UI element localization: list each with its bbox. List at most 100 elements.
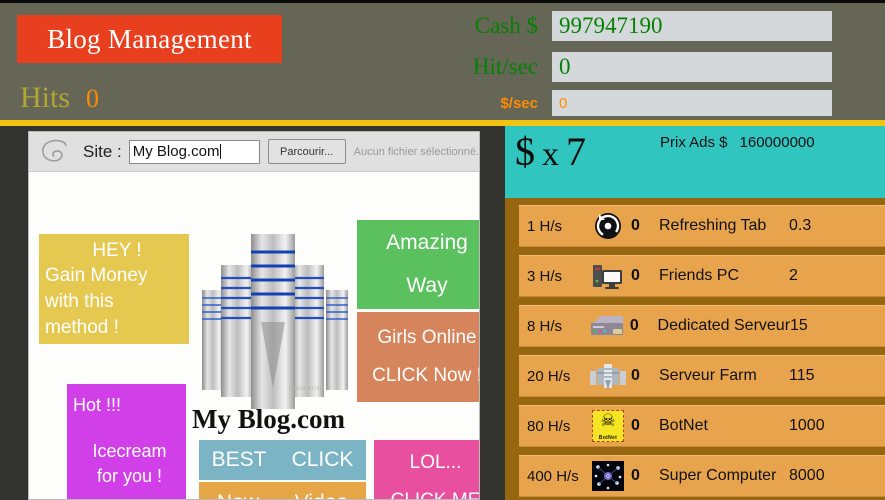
ad-lol-line1: LOL... xyxy=(409,452,462,474)
skull-glyph: ☠ xyxy=(600,411,616,430)
upgrade-price: 1000 xyxy=(789,417,825,434)
upgrade-price: 2 xyxy=(789,267,798,284)
upgrade-rate: 20 H/s xyxy=(527,367,571,385)
hit-per-sec-value-box: 0 xyxy=(552,52,832,82)
hit-per-sec-value: 0 xyxy=(559,54,571,79)
upgrade-owned: 0 xyxy=(631,217,640,234)
swirl-logo-icon xyxy=(42,139,67,161)
server-farm-icon xyxy=(585,361,631,391)
botnet-tag: BotNet xyxy=(598,435,618,441)
upgrade-row-refreshing-tab[interactable]: 1 H/s 0 Refreshing Tab 0.3 xyxy=(519,205,885,247)
upgrade-name: BotNet xyxy=(659,417,708,434)
image-watermark: cisco.drive xyxy=(289,386,324,392)
upgrade-row-serveur-farm[interactable]: 20 H/s 0 Serveur Farm 115 xyxy=(519,355,885,397)
cash-value: 997947190 xyxy=(559,13,663,38)
upgrade-name: Super Computer xyxy=(659,467,777,484)
desktop-pc-icon xyxy=(585,262,631,290)
ad-banner-lol[interactable]: LOL... CLICK ME xyxy=(374,440,479,499)
ad-amazing-line1: Amazing xyxy=(386,231,468,255)
upgrade-rate: 400 H/s xyxy=(527,467,579,485)
upgrade-row-dedicated-serveur[interactable]: 8 H/s 0 Dedicated Serveur 15 xyxy=(519,305,885,347)
dollar-symbol: $ xyxy=(515,129,535,174)
prix-ads[interactable]: Prix Ads $ 160000000 xyxy=(660,134,815,151)
blog-title-text: My Blog.com xyxy=(192,404,345,434)
ad-girls-line2: CLICK Now ! xyxy=(372,365,480,386)
ad-amazing-line2: Way xyxy=(406,273,448,297)
upgrade-row-friends-pc[interactable]: 3 H/s 0 Friends PC 2 xyxy=(519,255,885,297)
hit-per-sec-stat: Hit/sec 0 xyxy=(450,52,832,82)
dollar-per-sec-value-box: 0 xyxy=(552,90,832,116)
prix-ads-value: 160000000 xyxy=(739,134,815,151)
ad-now-line1: Now xyxy=(217,489,259,499)
blog-content: cisco.drive HEY ! Gain Money with this m… xyxy=(29,172,480,499)
hits-label: Hits xyxy=(20,81,71,114)
dollar-per-sec-stat: $/sec 0 xyxy=(450,90,832,116)
upgrade-owned: 0 xyxy=(631,467,640,484)
cash-stat: Cash $ 997947190 xyxy=(450,11,832,41)
dollar-per-sec-value: 0 xyxy=(559,94,568,112)
hits-value: 0 xyxy=(86,84,100,113)
upgrade-owned: 0 xyxy=(631,367,640,384)
ad-hey-line3: with this xyxy=(45,291,114,312)
browse-button[interactable]: Parcourir... xyxy=(267,139,346,164)
ad-banner-hey[interactable]: HEY ! Gain Money with this method ! xyxy=(39,234,189,344)
dollar-per-sec-label: $/sec xyxy=(500,94,538,112)
upgrade-rate: 3 H/s xyxy=(527,267,563,285)
top-header: Blog Management Hits 0 Cash $ 997947190 … xyxy=(0,0,885,120)
super-computer-icon xyxy=(585,461,631,491)
botnet-skull-icon: ☠ BotNet xyxy=(585,410,631,442)
ad-lol-line2: CLICK ME xyxy=(391,488,479,499)
upgrade-name: Friends PC xyxy=(659,267,740,284)
shop-header: $ x 7 Prix Ads $ 160000000 xyxy=(505,126,885,198)
ad-hey-line4: method ! xyxy=(45,316,119,338)
upgrade-name: Serveur Farm xyxy=(659,367,757,384)
ad-now-line2: Video xyxy=(295,489,348,499)
cash-label: Cash $ xyxy=(474,13,538,38)
ad-girls-line1: Girls Online xyxy=(377,327,477,349)
ad-banner-hot[interactable]: Hot !!! Icecream for you ! xyxy=(67,384,186,499)
upgrade-owned: 0 xyxy=(629,317,639,334)
ad-hey-line1: HEY ! xyxy=(92,239,142,261)
hit-per-sec-label: Hit/sec xyxy=(472,54,538,79)
ad-hey-line2: Gain Money xyxy=(45,265,148,287)
text-caret xyxy=(220,144,222,159)
site-input-value: My Blog.com xyxy=(132,143,220,160)
ad-best-line2: CLICK xyxy=(291,447,354,471)
ad-hot-line3: for you ! xyxy=(96,465,163,486)
app-title-banner: Blog Management xyxy=(17,15,282,63)
site-label: Site : xyxy=(83,141,122,161)
site-input[interactable]: My Blog.com xyxy=(128,139,260,164)
upgrade-price: 8000 xyxy=(789,467,825,484)
ad-banner-now[interactable]: Now Video xyxy=(199,482,366,499)
ad-hot-line2: Icecream xyxy=(92,441,167,462)
hits-counter: Hits 0 xyxy=(20,81,99,115)
server-box-icon xyxy=(584,313,629,339)
page-title: Blog Management xyxy=(47,23,252,54)
multiplier-x: x xyxy=(542,136,559,173)
blog-address-bar: Site : My Blog.com Parcourir... Aucun fi… xyxy=(29,132,479,172)
ad-best-line1: BEST xyxy=(211,447,267,471)
server-racks-image xyxy=(202,234,348,409)
upgrade-list: 1 H/s 0 Refreshing Tab 0.3 3 H/s 0 Frien… xyxy=(505,198,885,500)
upgrade-price: 0.3 xyxy=(789,217,812,234)
ad-banner-amazing[interactable]: Amazing Way xyxy=(357,220,479,309)
upgrade-price: 115 xyxy=(789,367,815,384)
ad-banner-best[interactable]: BEST CLICK xyxy=(199,440,366,480)
upgrade-price: 15 xyxy=(790,317,808,334)
blog-preview-panel: Site : My Blog.com Parcourir... Aucun fi… xyxy=(28,131,480,500)
upgrade-owned: 0 xyxy=(631,417,640,434)
ad-banner-girls[interactable]: Girls Online CLICK Now ! xyxy=(357,312,480,402)
refresh-icon xyxy=(585,211,631,241)
ad-hot-line1: Hot !!! xyxy=(73,395,122,415)
upgrade-rate: 80 H/s xyxy=(527,417,571,435)
multiplier-value: 7 xyxy=(566,129,586,174)
cash-value-box: 997947190 xyxy=(552,11,832,41)
upgrade-rate: 8 H/s xyxy=(527,317,563,335)
upgrade-name: Refreshing Tab xyxy=(659,217,767,234)
game-app: Blog Management Hits 0 Cash $ 997947190 … xyxy=(0,0,885,500)
upgrade-row-super-computer[interactable]: 400 H/s 0 Super Computer 8000 xyxy=(519,455,885,497)
no-file-selected-text: Aucun fichier sélectionné. xyxy=(353,145,479,158)
upgrade-row-botnet[interactable]: 80 H/s ☠ BotNet 0 BotNet 1000 xyxy=(519,405,885,447)
money-multiplier: $ x 7 xyxy=(515,128,586,175)
prix-ads-label: Prix Ads $ xyxy=(660,134,728,151)
